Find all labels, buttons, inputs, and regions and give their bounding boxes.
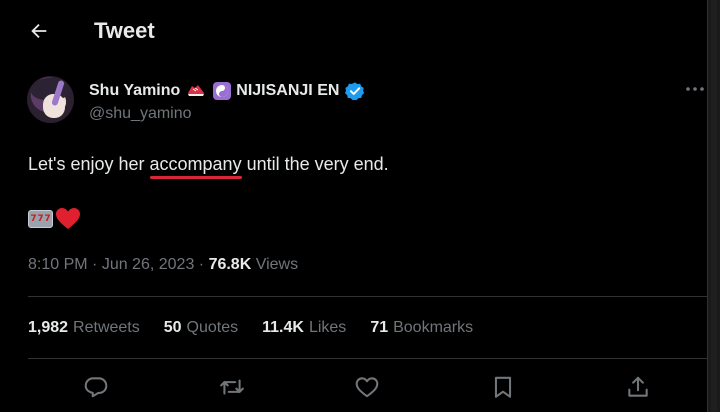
tweet-emojis: 7 7 7	[28, 207, 81, 231]
page-title: Tweet	[94, 18, 155, 43]
red-heart-icon	[55, 207, 81, 231]
avatar[interactable]	[27, 76, 74, 123]
retweets-count: 1,982	[28, 319, 69, 336]
like-icon[interactable]	[354, 374, 380, 400]
yin-yang-icon	[212, 81, 232, 101]
retweets-label: Retweets	[73, 319, 140, 336]
views-label: Views	[251, 256, 299, 273]
bookmark-icon[interactable]	[490, 374, 516, 400]
tweet-date[interactable]: Jun 26, 2023	[102, 256, 195, 273]
tweet-stats: 1,982 Retweets 50 Quotes 11.4K Likes 71 Book…	[28, 319, 497, 337]
slot-digit: 7	[44, 214, 51, 224]
tweet-page: Tweet Shu Yamino NIJISANJI EN @shu_yamin…	[0, 0, 708, 412]
views-count: 76.8K	[208, 256, 252, 273]
bookmarks-label: Bookmarks	[393, 319, 474, 336]
quotes-stat[interactable]: 50 Quotes	[164, 319, 238, 337]
scrollbar[interactable]	[708, 0, 720, 412]
running-shoe-icon	[186, 81, 206, 101]
meta-separator: ·	[87, 256, 102, 273]
tweet-time[interactable]: 8:10 PM	[28, 256, 88, 273]
author-handle[interactable]: @shu_yamino	[89, 105, 192, 123]
quotes-label: Quotes	[186, 319, 239, 336]
bookmarks-stat[interactable]: 71 Bookmarks	[370, 319, 473, 337]
meta-separator: ·	[194, 256, 209, 273]
retweet-icon[interactable]	[219, 374, 245, 400]
likes-stat[interactable]: 11.4K Likes	[262, 319, 346, 337]
tweet-text-misspelled-word: accompany	[149, 154, 242, 174]
reply-icon[interactable]	[83, 374, 109, 400]
verified-badge-icon[interactable]	[345, 81, 365, 101]
bookmarks-count: 71	[370, 319, 389, 336]
tweet-actions	[0, 364, 707, 412]
top-bar: Tweet	[0, 0, 707, 64]
likes-label: Likes	[308, 319, 347, 336]
slot-digit: 7	[37, 214, 44, 224]
retweets-stat[interactable]: 1,982 Retweets	[28, 319, 140, 337]
more-options-icon[interactable]	[684, 80, 706, 98]
tweet-meta: 8:10 PM · Jun 26, 2023 · 76.8K Views	[28, 256, 298, 274]
slot-digit: 7	[30, 214, 37, 224]
share-icon[interactable]	[625, 374, 651, 400]
tweet-text-before: Let's enjoy her	[28, 154, 150, 174]
author-display-name[interactable]: Shu Yamino	[89, 82, 180, 100]
tweet-text: Let's enjoy her accompany until the very…	[28, 152, 389, 176]
divider	[28, 296, 707, 297]
likes-count: 11.4K	[262, 319, 304, 336]
slot-machine-icon: 7 7 7	[28, 210, 53, 228]
back-arrow-icon[interactable]	[28, 20, 50, 42]
author-name-row: Shu Yamino NIJISANJI EN	[89, 80, 365, 102]
tweet-text-after: until the very end.	[241, 154, 389, 174]
divider	[28, 358, 707, 359]
quotes-count: 50	[163, 319, 182, 336]
author-org[interactable]: NIJISANJI EN	[236, 82, 339, 100]
scrollbar-thumb[interactable]	[711, 0, 717, 412]
